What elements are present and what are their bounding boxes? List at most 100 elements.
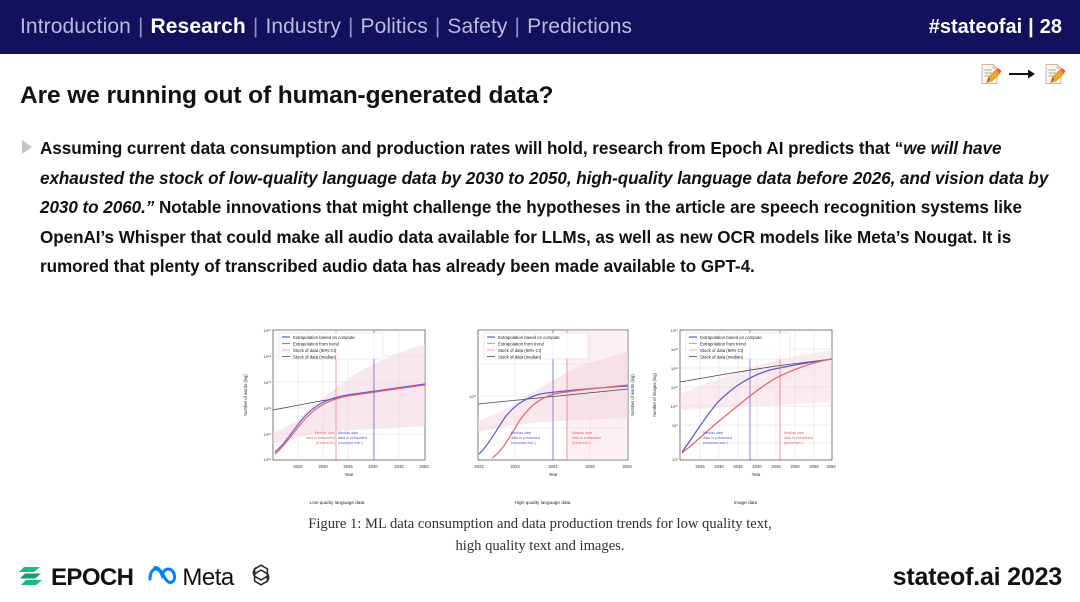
nav-separator: |: [514, 15, 521, 38]
svg-text:2030: 2030: [318, 464, 328, 469]
hashtag-label: #stateofai: [928, 15, 1023, 38]
svg-text:2040: 2040: [752, 464, 762, 469]
svg-text:10⁷: 10⁷: [672, 457, 678, 462]
chart-3-svg: Extrapolation based on compute Extrapola…: [645, 322, 846, 494]
svg-text:Extrapolation based on compute: Extrapolation based on compute: [293, 335, 355, 340]
brand-and-page: #stateofai | 28: [929, 16, 1062, 39]
figure-caption-line-1: Figure 1: ML data consumption and data p…: [308, 516, 772, 532]
nav-separator: |: [434, 15, 441, 38]
svg-text:Year: Year: [344, 472, 353, 477]
svg-text:10¹⁰: 10¹⁰: [670, 404, 678, 409]
meta-infinity-icon: [146, 564, 178, 591]
svg-text:Stock of data (90% CI): Stock of data (90% CI): [498, 348, 542, 353]
chart-low-quality-language-data: Extrapolation based on compute Extrapola…: [234, 322, 440, 505]
svg-text:2026: 2026: [622, 464, 632, 469]
chart-2-svg: Extrapolation based on compute Extrapola…: [447, 322, 638, 494]
svg-text:Extrapolation based on compute: Extrapolation based on compute: [700, 335, 762, 340]
meta-logo-text: Meta: [182, 563, 234, 591]
svg-text:Median date: Median date: [703, 431, 723, 435]
svg-text:10¹⁸: 10¹⁸: [263, 354, 271, 359]
figure-area: Extrapolation based on compute Extrapola…: [0, 322, 1080, 557]
svg-text:10¹³: 10¹³: [670, 347, 678, 352]
nav-separator: |: [347, 15, 354, 38]
svg-text:2035: 2035: [733, 464, 743, 469]
nav-item-politics[interactable]: Politics: [361, 15, 428, 39]
svg-text:Extrapolation from trend: Extrapolation from trend: [700, 342, 746, 347]
svg-text:Stock of data (median): Stock of data (median): [700, 355, 744, 360]
meta-logo: Meta: [146, 563, 234, 592]
svg-text:2022: 2022: [474, 464, 484, 469]
footer-logos: EPOCH Meta: [18, 561, 275, 594]
svg-text:(compute exh.): (compute exh.): [338, 441, 363, 445]
svg-text:2055: 2055: [809, 464, 819, 469]
nav-item-introduction[interactable]: Introduction: [20, 15, 131, 39]
svg-text:data is exhausted: data is exhausted: [306, 436, 335, 440]
epoch-mark-icon: [18, 562, 44, 593]
svg-text:(trend exh.): (trend exh.): [784, 441, 803, 445]
svg-text:Median date: Median date: [784, 431, 804, 435]
svg-text:(trend exh.): (trend exh.): [572, 441, 591, 445]
svg-text:Number of words (log): Number of words (log): [243, 374, 248, 416]
svg-text:data is exhausted: data is exhausted: [784, 436, 813, 440]
svg-text:(compute exh.): (compute exh.): [511, 441, 536, 445]
slide-navigation: [978, 62, 1066, 86]
nav-item-industry[interactable]: Industry: [265, 15, 341, 39]
charts-row: Extrapolation based on compute Extrapola…: [0, 322, 1080, 505]
svg-text:Extrapolation based on compute: Extrapolation based on compute: [498, 335, 560, 340]
chart-high-quality-language-data: Extrapolation based on compute Extrapola…: [447, 322, 638, 505]
footer-brand-year: stateof.ai 2023: [892, 563, 1063, 591]
arrow-right-icon: [1008, 67, 1036, 81]
svg-text:Stock of data (90% CI): Stock of data (90% CI): [293, 348, 337, 353]
svg-text:2040: 2040: [368, 464, 378, 469]
chart-2-subcaption: High-quality language data: [514, 500, 571, 505]
nav-separator: |: [252, 15, 259, 38]
svg-text:Number of words (log): Number of words (log): [630, 374, 635, 416]
svg-text:10¹¹: 10¹¹: [670, 385, 678, 390]
nav-item-predictions[interactable]: Predictions: [527, 15, 632, 39]
svg-text:2030: 2030: [714, 464, 724, 469]
svg-text:Stock of data (90% CI): Stock of data (90% CI): [700, 348, 744, 353]
svg-text:2045: 2045: [394, 464, 404, 469]
svg-text:10¹²: 10¹²: [670, 366, 678, 371]
body-paragraph: Assuming current data consumption and pr…: [40, 134, 1066, 282]
svg-text:Extrapolation from trend: Extrapolation from trend: [293, 342, 339, 347]
svg-text:2050: 2050: [419, 464, 429, 469]
svg-text:2023: 2023: [510, 464, 520, 469]
svg-text:2050: 2050: [790, 464, 800, 469]
svg-text:(compute exh.): (compute exh.): [703, 441, 728, 445]
svg-text:Median date: Median date: [338, 431, 358, 435]
svg-text:2045: 2045: [771, 464, 781, 469]
triangle-bullet-icon: [20, 139, 37, 160]
svg-text:Stock of data (median): Stock of data (median): [293, 355, 337, 360]
svg-text:Median date: Median date: [511, 431, 531, 435]
memo-pencil-icon[interactable]: [1042, 62, 1066, 86]
memo-pencil-icon[interactable]: [978, 62, 1002, 86]
chart-1-svg: Extrapolation based on compute Extrapola…: [234, 322, 440, 494]
chart-1-subcaption: Low-quality language data: [309, 500, 365, 505]
page-title: Are we running out of human-generated da…: [20, 82, 554, 109]
svg-text:Median date: Median date: [314, 431, 334, 435]
svg-text:10¹⁷: 10¹⁷: [263, 380, 271, 385]
svg-text:10¹²: 10¹²: [468, 394, 476, 399]
svg-text:2035: 2035: [343, 464, 353, 469]
svg-text:2025: 2025: [585, 464, 595, 469]
svg-text:(trend exh.): (trend exh.): [316, 441, 335, 445]
svg-text:10¹⁴: 10¹⁴: [670, 328, 678, 333]
epoch-logo-text: EPOCH: [51, 563, 134, 591]
page-number: 28: [1039, 15, 1062, 38]
svg-text:10⁹: 10⁹: [671, 423, 677, 428]
paragraph-part-2: Notable innovations that might challenge…: [40, 198, 1022, 277]
paragraph-part-1: Assuming current data consumption and pr…: [40, 139, 904, 158]
nav-item-safety[interactable]: Safety: [447, 15, 507, 39]
svg-text:10¹⁵: 10¹⁵: [263, 432, 271, 437]
nav-separator: |: [137, 15, 144, 38]
svg-text:data is exhausted: data is exhausted: [338, 436, 367, 440]
chart-image-data: Extrapolation based on compute Extrapola…: [645, 322, 846, 505]
svg-text:data is exhausted: data is exhausted: [511, 436, 540, 440]
top-navigation-bar: Introduction | Research | Industry | Pol…: [0, 0, 1080, 54]
footer: EPOCH Meta stateof.ai 2023: [0, 546, 1080, 602]
svg-text:Median date: Median date: [572, 431, 592, 435]
nav-item-research[interactable]: Research: [151, 15, 246, 39]
brand-divider: |: [1028, 15, 1034, 38]
svg-text:2025: 2025: [695, 464, 705, 469]
